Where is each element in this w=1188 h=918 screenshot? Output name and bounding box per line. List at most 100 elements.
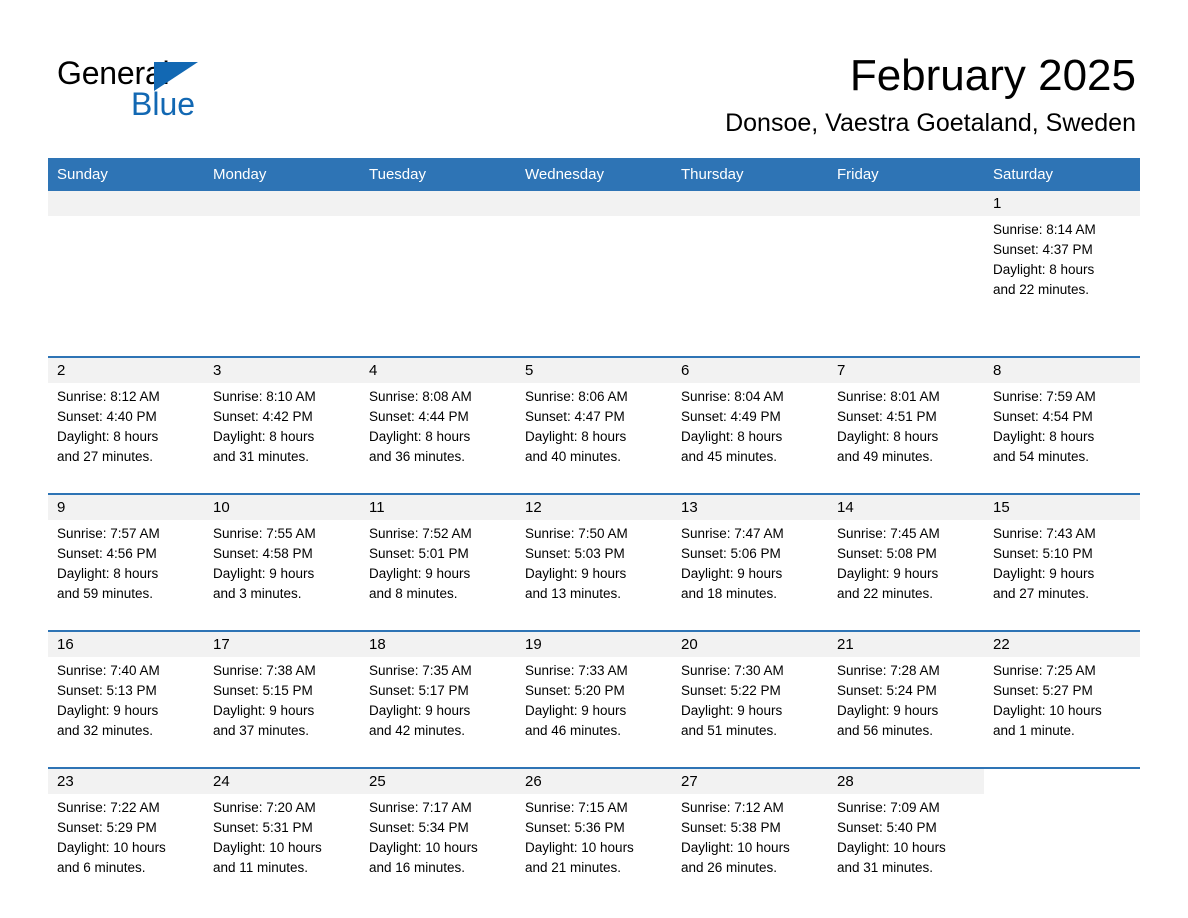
daylight-text-line2: and 54 minutes.: [993, 449, 1090, 464]
day-cell-details: Sunrise: 7:59 AM Sunset: 4:54 PM Daylight:…: [984, 383, 1140, 467]
calendar-day-cell[interactable]: 6 Sunrise: 8:04 AM Sunset: 4:49 PM Daylight…: [672, 356, 828, 494]
day-number: 8: [984, 358, 1140, 383]
calendar-day-cell[interactable]: 1 Sunrise: 8:14 AM Sunset: 4:37 PM Daylight…: [984, 191, 1140, 357]
calendar-day-cell[interactable]: 20 Sunrise: 7:30 AM Sunset: 5:22 PM Dayligh…: [672, 630, 828, 768]
daylight-text-line1: Daylight: 9 hours: [837, 566, 939, 581]
daylight-text-line2: and 49 minutes.: [837, 449, 934, 464]
calendar-day-cell[interactable]: 27 Sunrise: 7:12 AM Sunset: 5:38 PM Dayligh…: [672, 767, 828, 904]
sunset-text: Sunset: 4:44 PM: [369, 409, 469, 424]
calendar-day-cell[interactable]: 5 Sunrise: 8:06 AM Sunset: 4:47 PM Daylight…: [516, 356, 672, 494]
day-cell-inner: 5 Sunrise: 8:06 AM Sunset: 4:47 PM Daylight…: [516, 358, 672, 493]
day-number: 9: [48, 495, 204, 520]
daylight-text-line1: Daylight: 8 hours: [993, 262, 1095, 277]
sunset-text: Sunset: 4:58 PM: [213, 546, 313, 561]
day-cell-inner: 10 Sunrise: 7:55 AM Sunset: 4:58 PM Dayligh…: [204, 495, 360, 630]
day-cell-details: Sunrise: 7:28 AM Sunset: 5:24 PM Daylight:…: [828, 657, 984, 741]
day-cell-inner: 19 Sunrise: 7:33 AM Sunset: 5:20 PM Dayligh…: [516, 632, 672, 767]
page-title: February 2025: [849, 51, 1136, 100]
calendar-page: General Blue February 2025 Donsoe, Vaest…: [0, 0, 1188, 918]
day-cell-inner: [672, 191, 828, 356]
day-number: [672, 191, 828, 216]
sunrise-text: Sunrise: 8:14 AM: [993, 222, 1096, 237]
sunrise-text: Sunrise: 7:15 AM: [525, 800, 628, 815]
calendar-day-cell[interactable]: 26 Sunrise: 7:15 AM Sunset: 5:36 PM Dayligh…: [516, 767, 672, 904]
daylight-text-line2: and 22 minutes.: [993, 282, 1090, 297]
calendar-day-cell[interactable]: 24 Sunrise: 7:20 AM Sunset: 5:31 PM Dayligh…: [204, 767, 360, 904]
daylight-text-line1: Daylight: 8 hours: [993, 429, 1095, 444]
calendar-day-cell[interactable]: 12 Sunrise: 7:50 AM Sunset: 5:03 PM Dayligh…: [516, 493, 672, 631]
weekday-header-tuesday: Tuesday: [360, 158, 516, 191]
daylight-text-line2: and 31 minutes.: [213, 449, 310, 464]
daylight-text-line2: and 21 minutes.: [525, 860, 622, 875]
day-cell-details: Sunrise: 7:40 AM Sunset: 5:13 PM Daylight:…: [48, 657, 204, 741]
calendar-day-cell[interactable]: 4 Sunrise: 8:08 AM Sunset: 4:44 PM Daylight…: [360, 356, 516, 494]
sunrise-text: Sunrise: 7:40 AM: [57, 663, 160, 678]
location-subtitle: Donsoe, Vaestra Goetaland, Sweden: [725, 109, 1136, 137]
day-number: 4: [360, 358, 516, 383]
calendar-day-cell: [984, 767, 1140, 904]
calendar-day-cell: [48, 191, 204, 357]
calendar-day-cell[interactable]: 7 Sunrise: 8:01 AM Sunset: 4:51 PM Daylight…: [828, 356, 984, 494]
sunset-text: Sunset: 5:15 PM: [213, 683, 313, 698]
day-number: 24: [204, 769, 360, 794]
calendar-day-cell[interactable]: 15 Sunrise: 7:43 AM Sunset: 5:10 PM Dayligh…: [984, 493, 1140, 631]
calendar-day-cell[interactable]: 2 Sunrise: 8:12 AM Sunset: 4:40 PM Daylight…: [48, 356, 204, 494]
calendar-day-cell: [204, 191, 360, 357]
calendar-day-cell[interactable]: 28 Sunrise: 7:09 AM Sunset: 5:40 PM Dayligh…: [828, 767, 984, 904]
calendar-day-cell[interactable]: 23 Sunrise: 7:22 AM Sunset: 5:29 PM Dayligh…: [48, 767, 204, 904]
daylight-text-line2: and 37 minutes.: [213, 723, 310, 738]
daylight-text-line2: and 22 minutes.: [837, 586, 934, 601]
day-cell-inner: 3 Sunrise: 8:10 AM Sunset: 4:42 PM Daylight…: [204, 358, 360, 493]
daylight-text-line2: and 59 minutes.: [57, 586, 154, 601]
sunset-text: Sunset: 4:56 PM: [57, 546, 157, 561]
day-number: 13: [672, 495, 828, 520]
calendar-day-cell[interactable]: 22 Sunrise: 7:25 AM Sunset: 5:27 PM Dayligh…: [984, 630, 1140, 768]
daylight-text-line2: and 18 minutes.: [681, 586, 778, 601]
day-number: 10: [204, 495, 360, 520]
calendar-day-cell[interactable]: 18 Sunrise: 7:35 AM Sunset: 5:17 PM Dayligh…: [360, 630, 516, 768]
day-cell-inner: 1 Sunrise: 8:14 AM Sunset: 4:37 PM Daylight…: [984, 191, 1140, 356]
calendar-day-cell[interactable]: 21 Sunrise: 7:28 AM Sunset: 5:24 PM Dayligh…: [828, 630, 984, 768]
day-cell-inner: 27 Sunrise: 7:12 AM Sunset: 5:38 PM Dayligh…: [672, 769, 828, 904]
daylight-text-line2: and 13 minutes.: [525, 586, 622, 601]
calendar-day-cell[interactable]: 25 Sunrise: 7:17 AM Sunset: 5:34 PM Dayligh…: [360, 767, 516, 904]
calendar-day-cell[interactable]: 17 Sunrise: 7:38 AM Sunset: 5:15 PM Dayligh…: [204, 630, 360, 768]
day-cell-inner: 8 Sunrise: 7:59 AM Sunset: 4:54 PM Daylight…: [984, 358, 1140, 493]
day-cell-inner: 20 Sunrise: 7:30 AM Sunset: 5:22 PM Dayligh…: [672, 632, 828, 767]
day-cell-inner: 21 Sunrise: 7:28 AM Sunset: 5:24 PM Dayligh…: [828, 632, 984, 767]
daylight-text-line1: Daylight: 9 hours: [525, 566, 627, 581]
day-cell-details: Sunrise: 7:52 AM Sunset: 5:01 PM Daylight:…: [360, 520, 516, 604]
sunset-text: Sunset: 4:51 PM: [837, 409, 937, 424]
sunset-text: Sunset: 4:47 PM: [525, 409, 625, 424]
general-blue-logo: General Blue: [57, 55, 237, 127]
calendar-table: Sunday Monday Tuesday Wednesday Thursday…: [48, 158, 1140, 904]
sunrise-text: Sunrise: 8:10 AM: [213, 389, 316, 404]
sunrise-text: Sunrise: 7:43 AM: [993, 526, 1096, 541]
calendar-day-cell[interactable]: 13 Sunrise: 7:47 AM Sunset: 5:06 PM Dayligh…: [672, 493, 828, 631]
calendar-day-cell[interactable]: 9 Sunrise: 7:57 AM Sunset: 4:56 PM Daylight…: [48, 493, 204, 631]
calendar-day-cell[interactable]: 3 Sunrise: 8:10 AM Sunset: 4:42 PM Daylight…: [204, 356, 360, 494]
day-number: [516, 191, 672, 216]
daylight-text-line1: Daylight: 10 hours: [525, 840, 634, 855]
calendar-day-cell[interactable]: 8 Sunrise: 7:59 AM Sunset: 4:54 PM Daylight…: [984, 356, 1140, 494]
calendar-day-cell[interactable]: 16 Sunrise: 7:40 AM Sunset: 5:13 PM Dayligh…: [48, 630, 204, 768]
calendar-day-cell[interactable]: 10 Sunrise: 7:55 AM Sunset: 4:58 PM Dayligh…: [204, 493, 360, 631]
logo-text-blue: Blue: [131, 86, 196, 122]
day-cell-inner: 22 Sunrise: 7:25 AM Sunset: 5:27 PM Dayligh…: [984, 632, 1140, 767]
calendar-header-row: Sunday Monday Tuesday Wednesday Thursday…: [48, 158, 1140, 191]
day-number: [48, 191, 204, 216]
calendar-day-cell: [828, 191, 984, 357]
day-number: 20: [672, 632, 828, 657]
sunset-text: Sunset: 5:38 PM: [681, 820, 781, 835]
calendar-day-cell[interactable]: 19 Sunrise: 7:33 AM Sunset: 5:20 PM Dayligh…: [516, 630, 672, 768]
calendar-day-cell[interactable]: 11 Sunrise: 7:52 AM Sunset: 5:01 PM Dayligh…: [360, 493, 516, 631]
daylight-text-line2: and 42 minutes.: [369, 723, 466, 738]
weekday-header-monday: Monday: [204, 158, 360, 191]
daylight-text-line2: and 26 minutes.: [681, 860, 778, 875]
day-cell-inner: 15 Sunrise: 7:43 AM Sunset: 5:10 PM Dayligh…: [984, 495, 1140, 630]
daylight-text-line2: and 51 minutes.: [681, 723, 778, 738]
daylight-text-line2: and 8 minutes.: [369, 586, 458, 601]
calendar-day-cell[interactable]: 14 Sunrise: 7:45 AM Sunset: 5:08 PM Dayligh…: [828, 493, 984, 631]
sunset-text: Sunset: 5:13 PM: [57, 683, 157, 698]
day-cell-inner: [204, 191, 360, 356]
